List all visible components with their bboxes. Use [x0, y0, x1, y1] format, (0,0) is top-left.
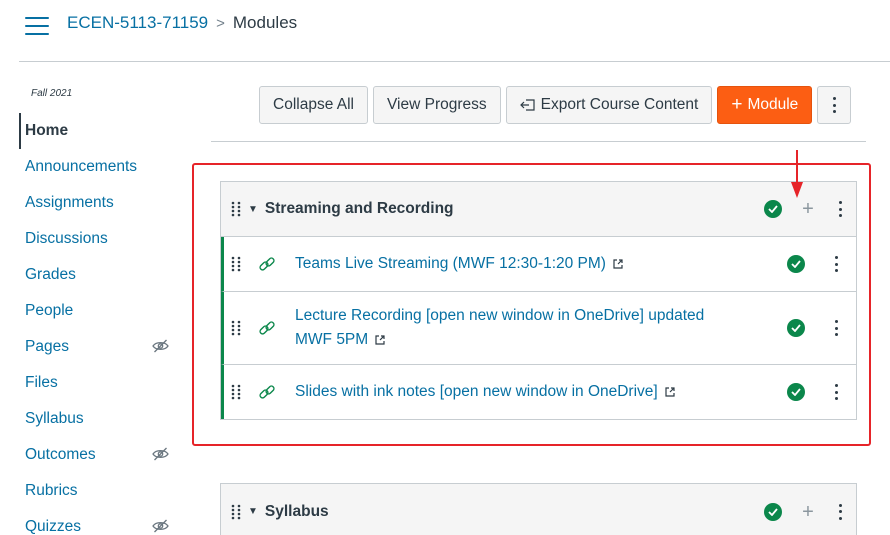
sidebar-item-files[interactable]: Files [19, 365, 179, 401]
sidebar-item-discussions[interactable]: Discussions [19, 221, 179, 257]
sidebar-item-grades[interactable]: Grades [19, 257, 179, 293]
kebab-icon[interactable] [838, 503, 842, 520]
add-item-plus-icon[interactable]: + [798, 502, 818, 522]
sidebar-item-label: Quizzes [25, 518, 81, 535]
annotation-arrow-icon [791, 150, 803, 198]
module-syllabus: ▼ Syllabus + [220, 483, 857, 535]
sidebar-item-label: Files [25, 374, 58, 391]
sidebar-item-announcements[interactable]: Announcements [19, 149, 179, 185]
toolbar-divider [211, 141, 866, 142]
sidebar-item-label: Pages [25, 338, 69, 355]
export-icon [519, 99, 535, 111]
eye-slash-icon [152, 339, 169, 353]
sidebar-item-label: Announcements [25, 158, 138, 175]
sidebar-item-label: Outcomes [25, 446, 96, 463]
sidebar-item-label: Grades [25, 266, 76, 283]
module-header[interactable]: ▼ Syllabus + [221, 484, 856, 535]
add-module-label: Module [747, 96, 799, 113]
export-course-content-button[interactable]: Export Course Content [505, 86, 713, 124]
sidebar-item-quizzes[interactable]: Quizzes [19, 509, 179, 535]
caret-down-icon[interactable]: ▼ [248, 506, 258, 517]
published-check-icon[interactable] [764, 502, 782, 521]
sidebar-item-label: Rubrics [25, 482, 78, 499]
hamburger-menu-icon[interactable] [25, 17, 49, 35]
sidebar-item-pages[interactable]: Pages [19, 329, 179, 365]
sidebar-item-syllabus[interactable]: Syllabus [19, 401, 179, 437]
sidebar-item-people[interactable]: People [19, 293, 179, 329]
breadcrumb-current: Modules [232, 13, 298, 32]
eye-slash-icon [152, 519, 169, 533]
sidebar-item-label: Discussions [25, 230, 108, 247]
course-navigation: Home Announcements Assignments Discussio… [19, 113, 179, 535]
module-actions: + [764, 484, 842, 535]
add-module-button[interactable]: + Module [717, 86, 813, 124]
drag-handle-icon[interactable] [231, 504, 241, 520]
sidebar-item-rubrics[interactable]: Rubrics [19, 473, 179, 509]
term-label: Fall 2021 [31, 88, 73, 99]
export-button-label: Export Course Content [540, 96, 699, 113]
breadcrumb-separator: > [216, 14, 225, 32]
view-progress-button[interactable]: View Progress [373, 86, 501, 124]
sidebar-item-label: Syllabus [25, 410, 84, 427]
breadcrumb: ECEN-5113-71159 > Modules [67, 13, 297, 33]
header-divider [19, 61, 890, 62]
sidebar-item-label: Assignments [25, 194, 114, 211]
sidebar-item-assignments[interactable]: Assignments [19, 185, 179, 221]
modules-toolbar: Collapse All View Progress Export Course… [259, 86, 852, 124]
module-title: Syllabus [264, 502, 329, 520]
kebab-icon [832, 97, 836, 113]
sidebar-item-home[interactable]: Home [19, 113, 179, 149]
breadcrumb-course-link[interactable]: ECEN-5113-71159 [67, 13, 208, 33]
sidebar-item-label: People [25, 302, 74, 319]
annotation-highlight-box [192, 163, 871, 446]
collapse-all-button[interactable]: Collapse All [259, 86, 368, 124]
sidebar-item-outcomes[interactable]: Outcomes [19, 437, 179, 473]
sidebar-item-label: Home [25, 122, 69, 139]
eye-slash-icon [152, 447, 169, 461]
plus-icon: + [731, 94, 743, 115]
more-options-button[interactable] [817, 86, 852, 124]
